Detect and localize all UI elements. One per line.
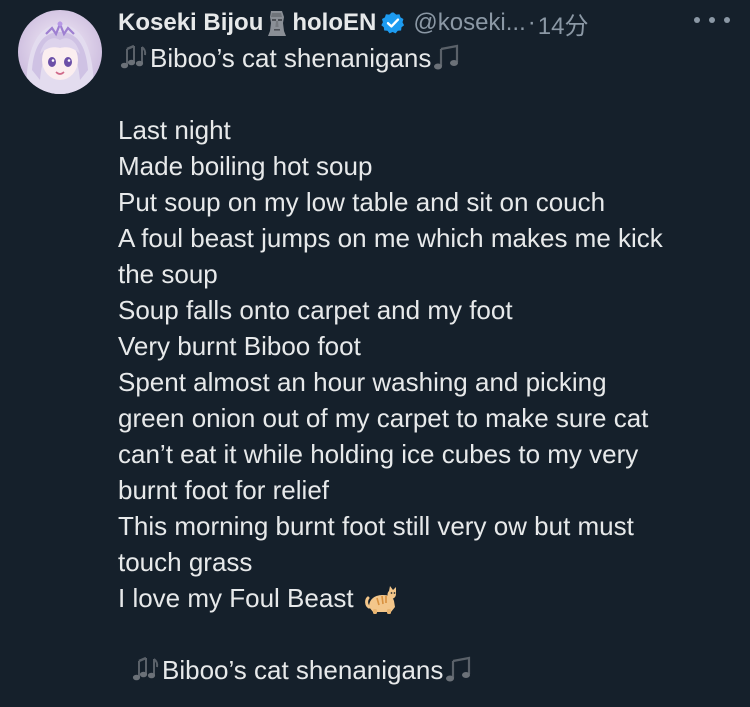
display-name[interactable]: Koseki Bijou (118, 9, 263, 37)
moai-icon (266, 9, 288, 37)
body-line: Made boiling hot soup (118, 151, 373, 181)
title-line: Biboo’s cat shenanigans (118, 40, 738, 76)
cat-icon (364, 583, 399, 615)
body-line: Last night (118, 115, 231, 145)
closing-text: Biboo’s cat shenanigans (162, 655, 444, 685)
body-line: Very burnt Biboo foot (118, 331, 361, 361)
body-line: Soup falls onto carpet and my foot (118, 295, 513, 325)
body-line: can’t eat it while holding ice cubes to … (118, 439, 639, 469)
multiple-notes-icon (118, 43, 150, 73)
verified-badge-icon (381, 11, 405, 35)
body-line: Spent almost an hour washing and picking (118, 367, 607, 397)
tweet-text: Biboo’s cat shenanigans Last night Made … (118, 40, 738, 688)
avatar-image (18, 10, 102, 94)
body-line: A foul beast jumps on me which makes me … (118, 223, 663, 253)
org-name: holoEN (292, 9, 377, 36)
tweet[interactable]: Koseki Bijou holoEN @koseki... · 14分 Bib… (0, 0, 750, 707)
title-text: Biboo’s cat shenanigans (150, 43, 432, 73)
handle[interactable]: @koseki... (413, 9, 525, 37)
more-icon[interactable] (694, 8, 730, 32)
musical-note-icon (431, 43, 463, 73)
body-line: Put soup on my low table and sit on couc… (118, 187, 606, 217)
last-line: I love my Foul Beast (118, 580, 738, 616)
last-line-text: I love my Foul Beast (118, 583, 354, 613)
more-dot (724, 17, 730, 23)
more-dot (694, 17, 700, 23)
multiple-notes-icon (130, 655, 162, 685)
separator-dot: · (527, 9, 536, 36)
more-dot (709, 17, 715, 23)
body-line: This morning burnt foot still very ow bu… (118, 511, 634, 541)
body-line: touch grass (118, 547, 253, 577)
musical-note-icon (443, 655, 475, 685)
body-line: the soup (118, 259, 218, 289)
body-line: burnt foot for relief (118, 475, 329, 505)
body-line: green onion out of my carpet to make sur… (118, 403, 649, 433)
tweet-header: Koseki Bijou holoEN @koseki... · 14分 (118, 5, 743, 41)
closing-line: Biboo’s cat shenanigans (118, 652, 738, 688)
avatar[interactable] (18, 10, 102, 94)
timestamp[interactable]: 14分 (538, 6, 589, 41)
